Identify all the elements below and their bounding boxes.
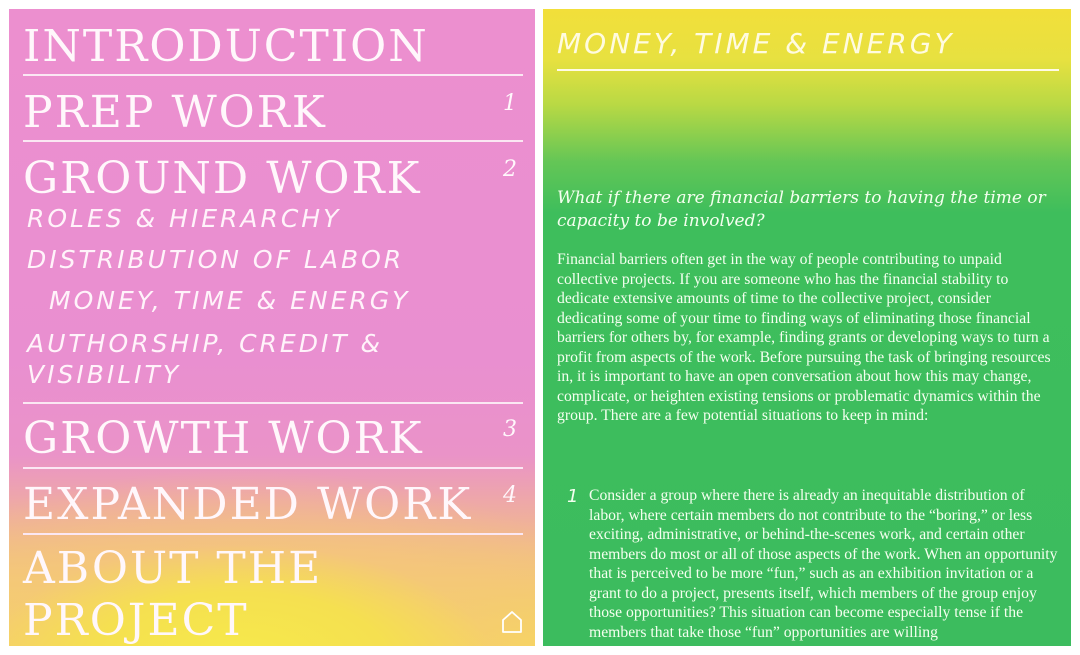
divider [23, 74, 523, 76]
title-divider [557, 69, 1059, 71]
nav-introduction[interactable]: INTRODUCTION [23, 25, 523, 69]
nav-expanded-work-label[interactable]: EXPANDED WORK [23, 479, 472, 530]
home-icon[interactable] [501, 610, 523, 634]
divider [23, 533, 523, 535]
navigation-panel: INTRODUCTION PREP WORK 1 GROUND WORK 2 R… [9, 9, 535, 646]
divider [23, 402, 523, 404]
divider [23, 467, 523, 469]
nav-sub-roles-hierarchy[interactable]: ROLES & HIERARCHY [27, 204, 341, 233]
list-item-text: Consider a group where there is already … [589, 487, 1058, 641]
nav-sub-distribution-of-labor[interactable]: DISTRIBUTION OF LABOR [27, 245, 404, 274]
nav-ground-work-label[interactable]: GROUND WORK [23, 153, 422, 204]
divider [23, 140, 523, 142]
nav-growth-work-label[interactable]: GROWTH WORK [23, 413, 424, 464]
nav-prep-work-label[interactable]: PREP WORK [23, 87, 327, 138]
nav-growth-work[interactable]: GROWTH WORK 3 [23, 417, 523, 461]
section-question: What if there are financial barriers to … [557, 188, 1046, 231]
nav-about-the-project[interactable]: ABOUT THE PROJECT [23, 547, 523, 643]
nav-ground-work[interactable]: GROUND WORK 2 [23, 157, 523, 201]
nav-introduction-label[interactable]: INTRODUCTION [23, 21, 429, 72]
nav-expanded-work[interactable]: EXPANDED WORK 4 [23, 483, 523, 527]
nav-about-line1[interactable]: ABOUT THE [23, 547, 523, 591]
nav-expanded-work-number: 4 [503, 483, 517, 508]
nav-sub-authorship-credit[interactable]: AUTHORSHIP, CREDIT & [27, 329, 383, 358]
section-title: MONEY, TIME & ENERGY [557, 27, 955, 60]
nav-ground-work-number: 2 [503, 157, 517, 182]
nav-prep-work[interactable]: PREP WORK 1 [23, 91, 523, 135]
nav-growth-work-number: 3 [503, 417, 517, 442]
nav-about-line2[interactable]: PROJECT [23, 599, 523, 643]
list-item-number: 1 [567, 486, 579, 507]
nav-sub-visibility[interactable]: VISIBILITY [27, 360, 181, 389]
nav-prep-work-number: 1 [503, 91, 517, 116]
content-panel: MONEY, TIME & ENERGY What if there are f… [543, 9, 1071, 646]
nav-sub-money-time-energy[interactable]: MONEY, TIME & ENERGY [49, 286, 410, 315]
body-paragraph: Financial barriers often get in the way … [557, 251, 1051, 424]
